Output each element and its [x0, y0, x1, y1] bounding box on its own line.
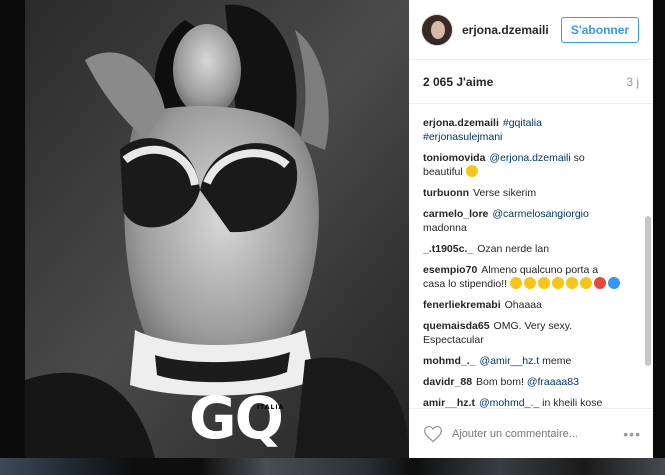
grin-emoji-icon [538, 277, 551, 289]
avatar[interactable] [421, 13, 453, 46]
comment-user[interactable]: turbuonn [423, 187, 469, 199]
scroll-thumb[interactable] [645, 216, 651, 366]
comment-input[interactable] [452, 427, 624, 440]
comment-user[interactable]: esempio70 [423, 264, 477, 276]
comment-composer: ••• [409, 408, 653, 458]
grin-emoji-icon [580, 277, 593, 289]
comment-item: carmelo_lore @carmelosangiorgio madonna [423, 207, 623, 235]
avatar-image [422, 14, 452, 45]
comment-user[interactable]: erjona.dzemaili [423, 117, 499, 129]
comment-text: Ozan nerde lan [477, 243, 550, 255]
comment-text: @amir__hz.t meme [479, 355, 572, 367]
likes-count[interactable]: 2 065 J'aime [423, 75, 626, 89]
blue-dot-emoji-icon [608, 277, 621, 289]
grin-emoji-icon [524, 277, 537, 289]
more-options-icon[interactable]: ••• [623, 426, 641, 442]
emoji-group [465, 165, 480, 178]
gq-logo-edition: ITALIA [257, 404, 285, 411]
post-header: erjona.dzemaili S'abonner [409, 0, 653, 60]
post-panel: erjona.dzemaili S'abonner 2 065 J'aime 3… [409, 0, 653, 458]
post-photo[interactable]: GQ ITALIA [25, 0, 409, 458]
comment-user[interactable]: quemaisda65 [423, 320, 490, 332]
comment-user[interactable]: mohmd_._ [423, 355, 476, 367]
comment-item: _.t1905c._ Ozan nerde lan [423, 242, 623, 256]
comments-scrollbar[interactable] [645, 116, 651, 408]
post-time[interactable]: 3 j [626, 75, 639, 89]
comment-item: fenerliekremabi Ohaaaa [423, 298, 623, 312]
grin-emoji-icon [510, 277, 523, 289]
gq-logo: GQ [189, 384, 284, 452]
caption: erjona.dzemaili #gqitalia #erjonasulejman… [423, 116, 623, 144]
heart-icon[interactable] [423, 424, 443, 444]
comment-item: amir__hz.t@mohmd_._ in kheili kose lamas… [423, 396, 623, 408]
post-meta: 2 065 J'aime 3 j [409, 60, 653, 104]
post-modal: GQ ITALIA erjona.dzemaili S'abonner 2 06… [25, 0, 653, 458]
heart-eyes-emoji-icon [465, 165, 478, 177]
comment-text: Bom bom! @fraaaa83 [476, 376, 579, 388]
comment-item: davidr_88 Bom bom! @fraaaa83 [423, 375, 623, 389]
red-dot-emoji-icon [594, 277, 607, 289]
follow-button[interactable]: S'abonner [561, 16, 639, 43]
background-feed-strip [0, 458, 665, 475]
comment-text: Verse sikerim [473, 187, 537, 199]
comment-user[interactable]: fenerliekremabi [423, 299, 501, 311]
comment-item: mohmd_._ @amir__hz.t meme [423, 354, 623, 368]
comment-item: quemaisda65 OMG. Very sexy. Espectacular [423, 319, 623, 347]
post-author[interactable]: erjona.dzemaili [462, 23, 561, 37]
emoji-group [510, 277, 622, 290]
comment-user[interactable]: _.t1905c._ [423, 243, 473, 255]
grin-emoji-icon [566, 277, 579, 289]
comment-item: turbuonn Verse sikerim [423, 186, 623, 200]
comment-item: toniomovida @erjona.dzemaili so beautiful [423, 151, 623, 179]
comment-user[interactable]: davidr_88 [423, 376, 472, 388]
comment-user[interactable]: carmelo_lore [423, 208, 488, 220]
comment-item: esempio70 Almeno qualcuno porta a casa lo… [423, 263, 623, 291]
comments-list[interactable]: erjona.dzemaili #gqitalia #erjonasulejman… [409, 104, 653, 408]
grin-emoji-icon [552, 277, 565, 289]
comment-text: Ohaaaa [504, 299, 542, 311]
comment-user[interactable]: toniomovida [423, 152, 485, 164]
comment-user[interactable]: amir__hz.t [423, 397, 475, 408]
